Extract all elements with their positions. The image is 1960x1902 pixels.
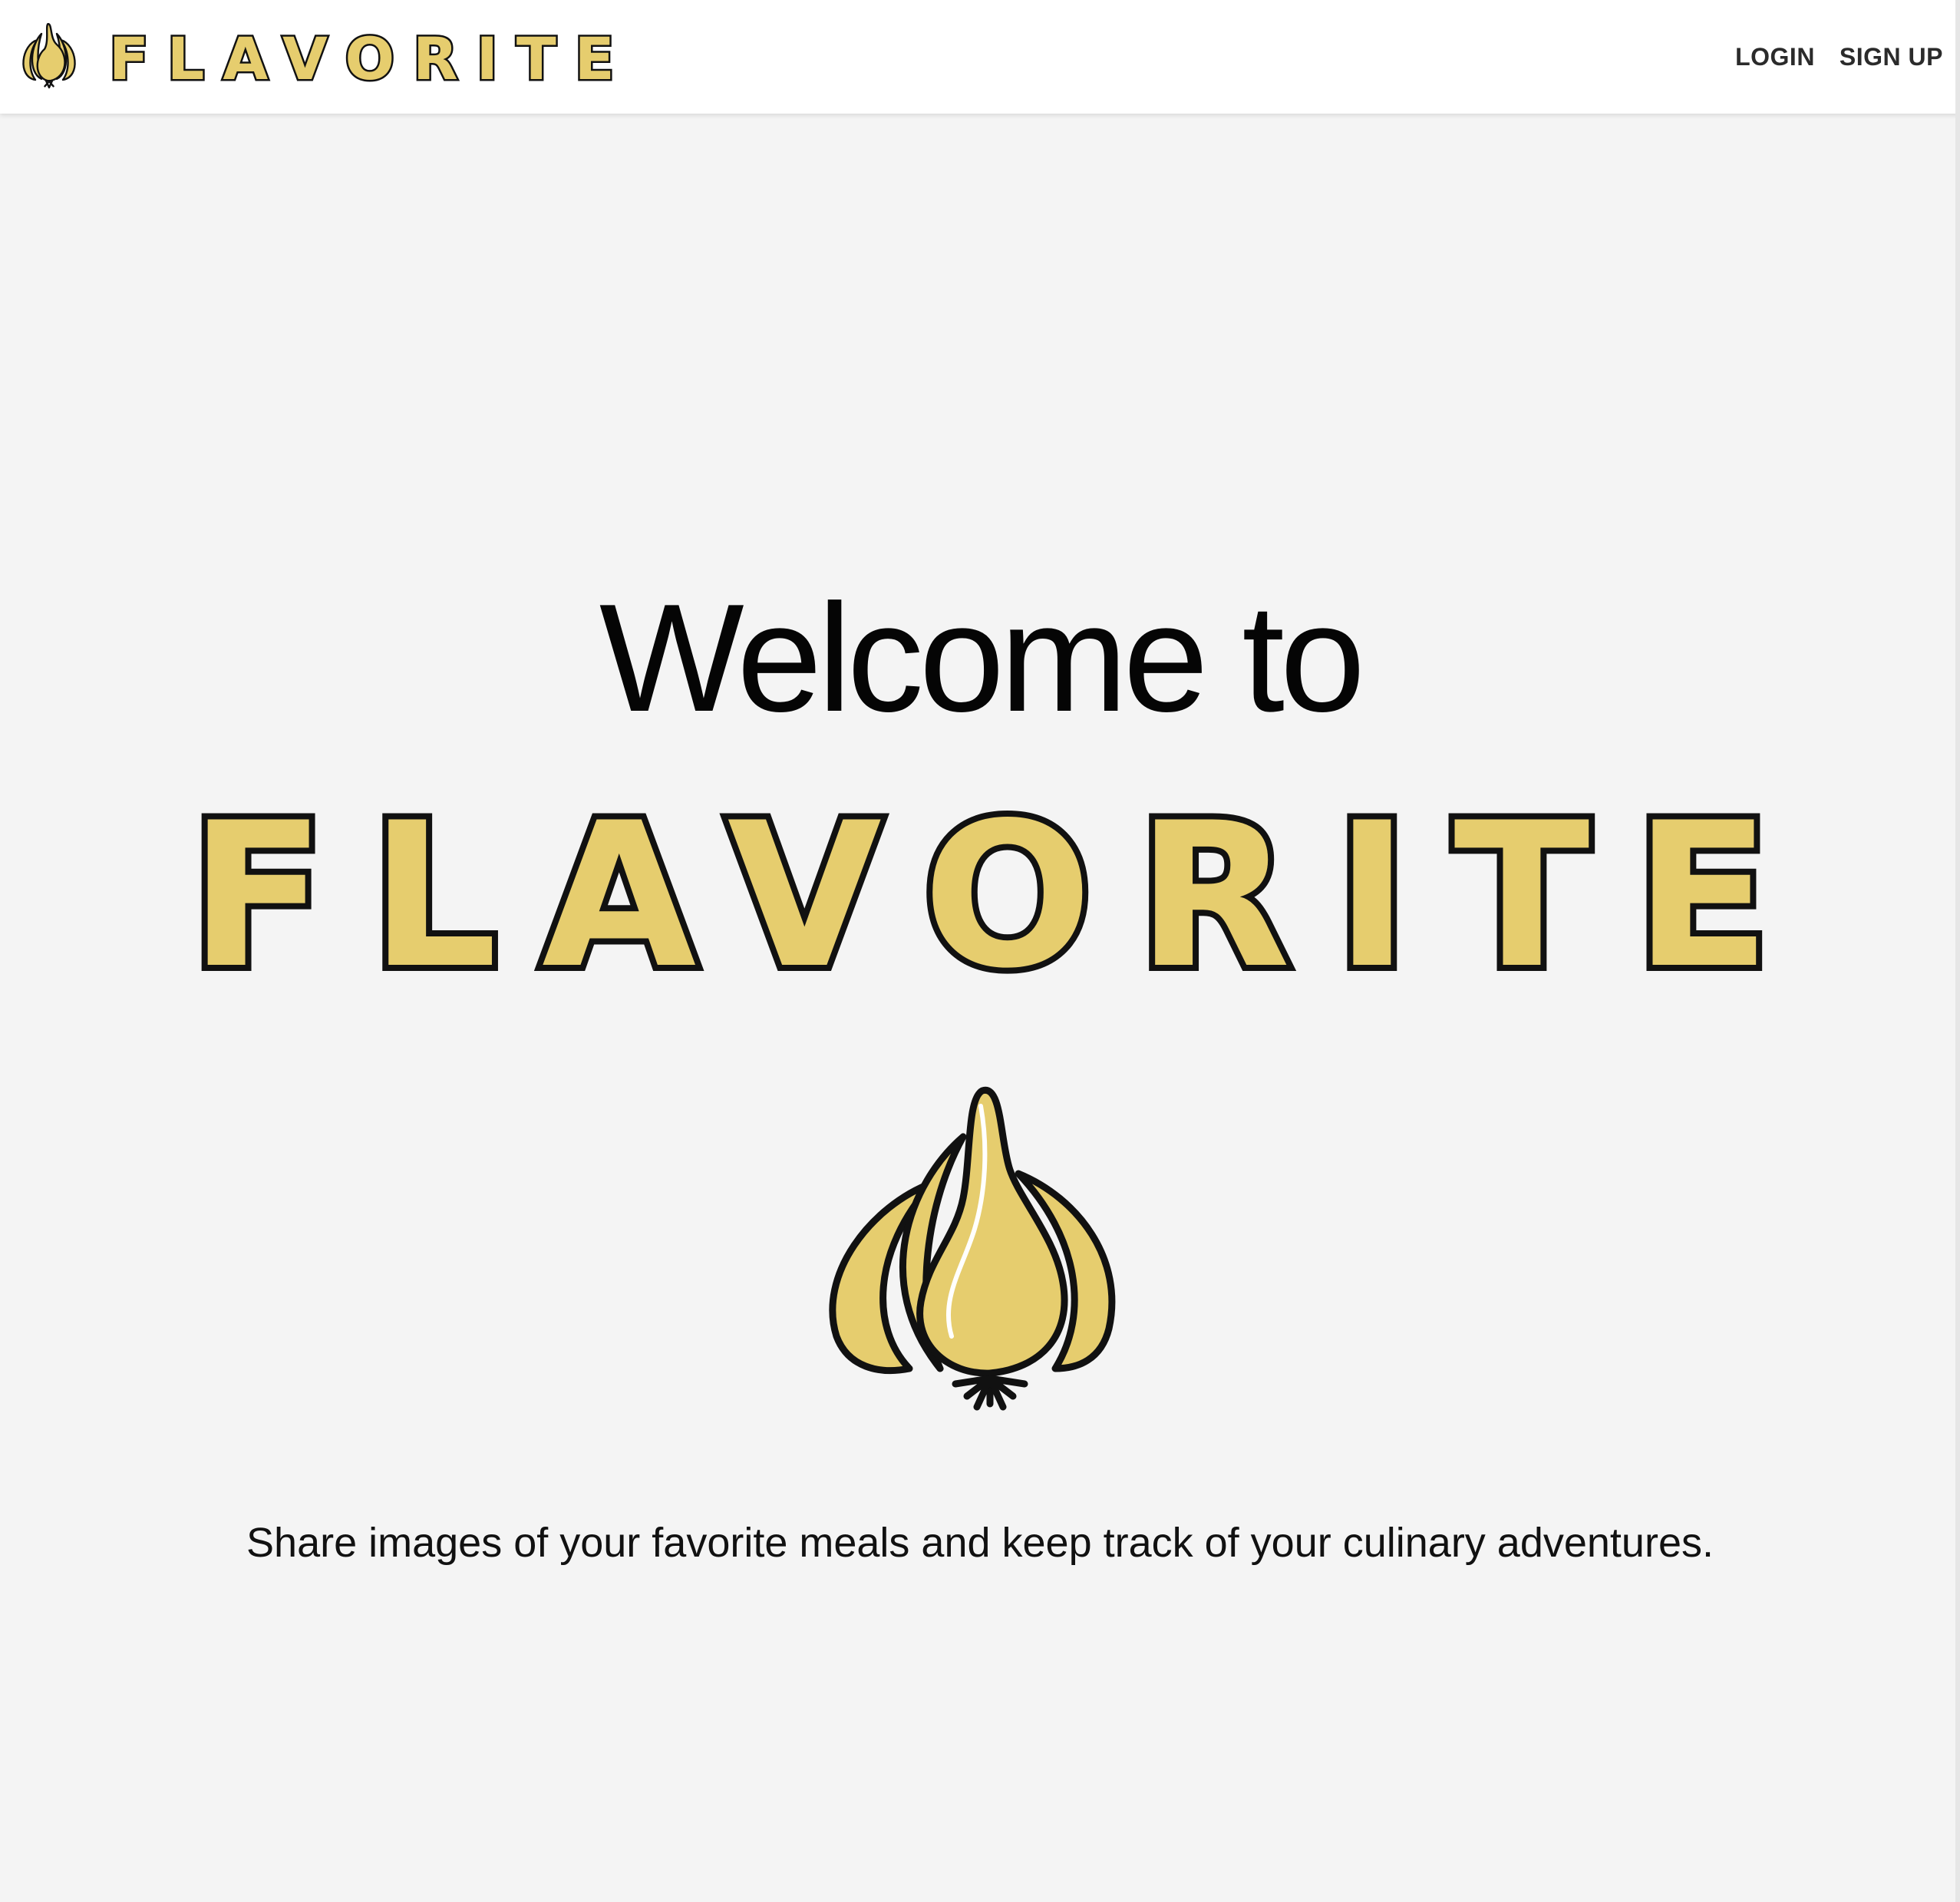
nav-links: LOGIN SIGN UP bbox=[1711, 0, 1943, 114]
hero-tagline: Share images of your favorite meals and … bbox=[246, 1520, 1714, 1566]
hero-title: Welcome to bbox=[599, 573, 1365, 744]
brand-home-link[interactable]: FLAVORITE bbox=[18, 18, 633, 95]
hero-wordmark: FLAVORITE bbox=[183, 781, 1816, 1012]
brand-wordmark: FLAVORITE bbox=[107, 25, 633, 93]
garlic-icon bbox=[829, 1087, 1116, 1411]
login-link[interactable]: LOGIN bbox=[1735, 43, 1815, 71]
signup-link[interactable]: SIGN UP bbox=[1840, 43, 1943, 71]
garlic-icon bbox=[22, 23, 76, 89]
hero-section: Welcome to FLAVORITE Share images of you… bbox=[0, 114, 1960, 1902]
navbar: FLAVORITE LOGIN SIGN UP bbox=[0, 0, 1960, 114]
scrollbar[interactable] bbox=[1955, 0, 1960, 1902]
